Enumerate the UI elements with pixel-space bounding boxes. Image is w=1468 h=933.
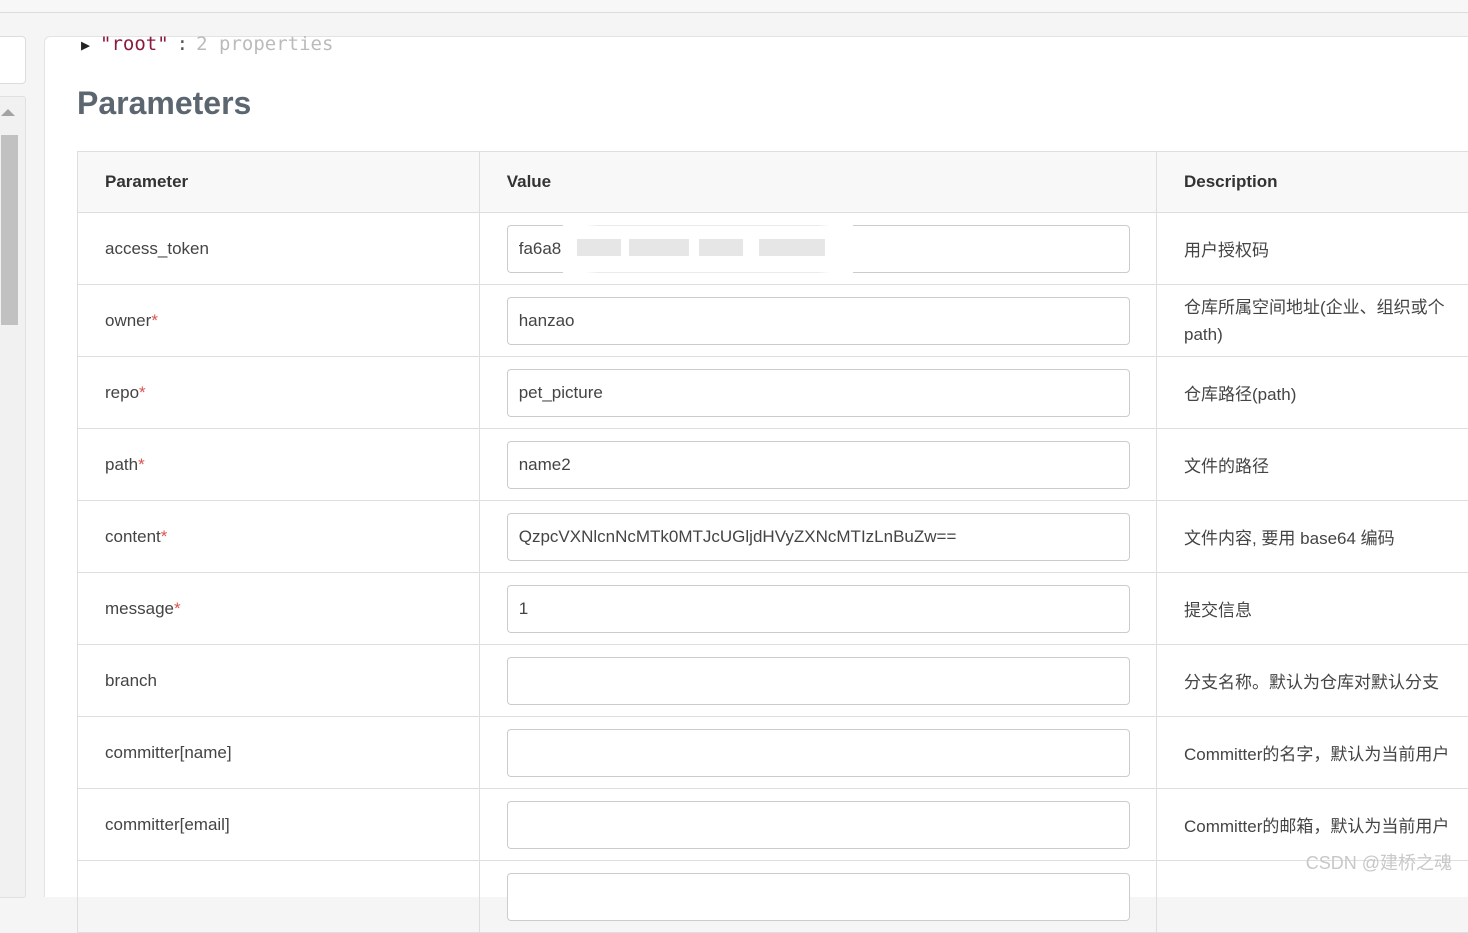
param-value-cell xyxy=(479,645,1156,717)
branch-input[interactable] xyxy=(507,657,1130,705)
param-name: committer[name] xyxy=(105,743,232,762)
required-marker: * xyxy=(139,383,146,402)
param-value-cell xyxy=(479,501,1156,573)
param-description: 提交信息 xyxy=(1184,601,1252,620)
param-value-cell xyxy=(479,717,1156,789)
param-name-cell: branch xyxy=(78,645,480,717)
table-row: path* 文件的路径 xyxy=(78,429,1468,501)
blur-block xyxy=(759,239,825,256)
param-desc-cell: Committer的名字，默认为当前用户 xyxy=(1156,717,1468,789)
required-marker: * xyxy=(174,599,181,618)
scroll-thumb[interactable] xyxy=(1,135,18,325)
param-description: 文件的路径 xyxy=(1184,457,1269,476)
param-desc-cell: 提交信息 xyxy=(1156,573,1468,645)
param-name: path xyxy=(105,455,138,474)
param-desc-cell: 文件内容, 要用 base64 编码 xyxy=(1156,501,1468,573)
param-name-cell: content* xyxy=(78,501,480,573)
param-desc-cell: 分支名称。默认为仓库对默认分支 xyxy=(1156,645,1468,717)
json-property-count: 2 properties xyxy=(196,33,333,55)
table-row: committer[email] Committer的邮箱，默认为当前用户 xyxy=(78,789,1468,861)
param-name: access_token xyxy=(105,239,209,258)
param-name-cell: owner* xyxy=(78,285,480,357)
param-description-cont: path) xyxy=(1184,325,1223,344)
param-name-cell: committer[name] xyxy=(78,717,480,789)
table-row: content* 文件内容, 要用 base64 编码 xyxy=(78,501,1468,573)
committer-email-input[interactable] xyxy=(507,801,1130,849)
param-name-cell: repo* xyxy=(78,357,480,429)
repo-input[interactable] xyxy=(507,369,1130,417)
content-input[interactable] xyxy=(507,513,1130,561)
header-value: Value xyxy=(479,152,1156,213)
param-name: content xyxy=(105,527,161,546)
param-value-cell xyxy=(479,285,1156,357)
owner-input[interactable] xyxy=(507,297,1130,345)
param-value-cell xyxy=(479,573,1156,645)
param-desc-cell: 文件的路径 xyxy=(1156,429,1468,501)
table-row: branch 分支名称。默认为仓库对默认分支 xyxy=(78,645,1468,717)
param-name: owner xyxy=(105,311,151,330)
param-desc-cell: 用户授权码 xyxy=(1156,213,1468,285)
table-row: committer[name] Committer的名字，默认为当前用户 xyxy=(78,717,1468,789)
path-input[interactable] xyxy=(507,441,1130,489)
header-parameter: Parameter xyxy=(78,152,480,213)
table-header-row: Parameter Value Description xyxy=(78,152,1468,213)
param-name: repo xyxy=(105,383,139,402)
param-name-cell: path* xyxy=(78,429,480,501)
blur-block xyxy=(577,239,621,256)
param-description: 仓库路径(path) xyxy=(1184,385,1296,404)
param-description: 文件内容, 要用 base64 编码 xyxy=(1184,529,1395,548)
expand-triangle-icon[interactable]: ▶ xyxy=(81,36,90,54)
param-desc-cell: 仓库所属空间地址(企业、组织或个 path) xyxy=(1156,285,1468,357)
required-marker: * xyxy=(151,311,158,330)
param-description: 用户授权码 xyxy=(1184,241,1269,260)
table-row: owner* 仓库所属空间地址(企业、组织或个 path) xyxy=(78,285,1468,357)
table-row: message* 提交信息 xyxy=(78,573,1468,645)
json-root-node[interactable]: ▶ "root":2 properties xyxy=(81,33,333,55)
table-row: repo* 仓库路径(path) xyxy=(78,357,1468,429)
top-strip xyxy=(0,0,1468,13)
watermark: CSDN @建桥之魂 xyxy=(1306,849,1452,875)
param-name: branch xyxy=(105,671,157,690)
redaction-blur xyxy=(563,219,853,279)
param-description: Committer的邮箱，默认为当前用户 xyxy=(1184,817,1449,836)
next-param-input[interactable] xyxy=(507,873,1130,921)
param-name-cell: committer[email] xyxy=(78,789,480,861)
param-desc-cell: 仓库路径(path) xyxy=(1156,357,1468,429)
blur-block xyxy=(629,239,689,256)
param-description: Committer的名字，默认为当前用户 xyxy=(1184,745,1449,764)
param-value-cell xyxy=(479,861,1156,933)
json-root-key: "root" xyxy=(100,33,169,55)
required-marker: * xyxy=(161,527,168,546)
param-name: message xyxy=(105,599,174,618)
blur-block xyxy=(699,239,743,256)
parameters-table: Parameter Value Description access_token xyxy=(77,151,1468,933)
required-marker: * xyxy=(138,455,145,474)
param-name-cell: access_token xyxy=(78,213,480,285)
section-title: Parameters xyxy=(77,85,251,122)
json-separator: : xyxy=(177,33,188,55)
header-description: Description xyxy=(1156,152,1468,213)
param-value-cell xyxy=(479,213,1156,285)
message-input[interactable] xyxy=(507,585,1130,633)
token-field-wrap xyxy=(507,225,1130,273)
scroll-up-arrow-icon[interactable] xyxy=(1,109,15,116)
table-row: access_token 用户授权码 xyxy=(78,213,1468,285)
param-value-cell xyxy=(479,357,1156,429)
param-name: committer[email] xyxy=(105,815,230,834)
param-name-cell: message* xyxy=(78,573,480,645)
param-value-cell xyxy=(479,789,1156,861)
param-description: 仓库所属空间地址(企业、组织或个 xyxy=(1184,298,1445,317)
table-row xyxy=(78,861,1468,933)
param-value-cell xyxy=(479,429,1156,501)
side-panel-box xyxy=(0,36,26,84)
param-description: 分支名称。默认为仓库对默认分支 xyxy=(1184,673,1439,692)
main-panel: ▶ "root":2 properties Parameters Paramete… xyxy=(44,36,1468,897)
param-name-cell xyxy=(78,861,480,933)
committer-name-input[interactable] xyxy=(507,729,1130,777)
side-scrollbar[interactable] xyxy=(0,96,26,898)
